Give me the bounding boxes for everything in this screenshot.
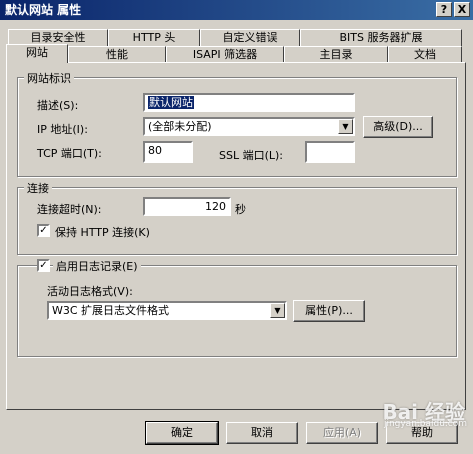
log-format-label: 活动日志格式(V):	[47, 285, 133, 298]
description-label: 描述(S):	[37, 99, 79, 112]
identity-group-label: 网站标识	[24, 70, 74, 86]
title-bar: 默认网站 属性	[0, 0, 473, 20]
ssl-port-input[interactable]	[305, 141, 355, 163]
window-title: 默认网站 属性	[5, 3, 82, 17]
ip-address-value: (全部未分配)	[148, 120, 212, 133]
chevron-down-icon[interactable]: ▼	[270, 303, 285, 318]
timeout-input[interactable]: 120	[143, 197, 231, 216]
advanced-button[interactable]: 高级(D)...	[363, 116, 433, 138]
keepalive-label: 保持 HTTP 连接(K)	[55, 226, 150, 239]
apply-button[interactable]: 应用(A)	[306, 422, 378, 444]
tab-documents[interactable]: 文档	[388, 46, 462, 63]
enable-logging-label: 启用日志记录(E)	[53, 258, 141, 274]
connection-group: 连接	[17, 180, 457, 255]
tab-custom-errors[interactable]: 自定义错误	[200, 29, 300, 46]
watermark-url: jingyan.baidu.com	[383, 419, 467, 429]
log-format-dropdown[interactable]: W3C 扩展日志文件格式 ▼	[47, 301, 287, 320]
tab-http-headers[interactable]: HTTP 头	[108, 29, 200, 46]
enable-logging-checkbox[interactable]: ✓	[37, 259, 50, 272]
tab-panel-website: 网站标识 描述(S): 默认网站 IP 地址(I): (全部未分配) ▼ 高级(…	[6, 62, 466, 410]
description-input[interactable]: 默认网站	[143, 93, 355, 112]
tab-isapi-filters[interactable]: ISAPI 筛选器	[166, 46, 284, 63]
timeout-label: 连接超时(N):	[37, 203, 102, 216]
ssl-port-label: SSL 端口(L):	[219, 149, 284, 162]
ok-button[interactable]: 确定	[145, 421, 219, 445]
log-format-value: W3C 扩展日志文件格式	[52, 304, 170, 317]
cancel-button[interactable]: 取消	[226, 422, 298, 444]
chevron-down-icon[interactable]: ▼	[338, 119, 353, 134]
log-properties-button[interactable]: 属性(P)...	[293, 300, 365, 322]
help-title-button[interactable]: ?	[436, 2, 452, 17]
ip-address-dropdown[interactable]: (全部未分配) ▼	[143, 117, 355, 136]
tab-home-directory[interactable]: 主目录	[284, 46, 388, 63]
tab-bits-extension[interactable]: BITS 服务器扩展	[300, 29, 462, 46]
timeout-unit: 秒	[235, 203, 246, 216]
description-value: 默认网站	[148, 96, 194, 109]
keepalive-checkbox[interactable]: ✓	[37, 224, 50, 237]
properties-dialog: { "window": { "title": "默认网站 属性", "help_…	[0, 0, 473, 454]
tab-website[interactable]: 网站	[6, 44, 68, 63]
ip-address-label: IP 地址(I):	[37, 123, 88, 136]
tcp-port-input[interactable]: 80	[143, 141, 193, 163]
tcp-port-label: TCP 端口(T):	[37, 147, 102, 160]
tab-performance[interactable]: 性能	[68, 46, 166, 63]
connection-group-label: 连接	[24, 180, 52, 196]
apply-label: 应用(A)	[322, 426, 362, 439]
close-icon[interactable]: X	[454, 2, 470, 17]
